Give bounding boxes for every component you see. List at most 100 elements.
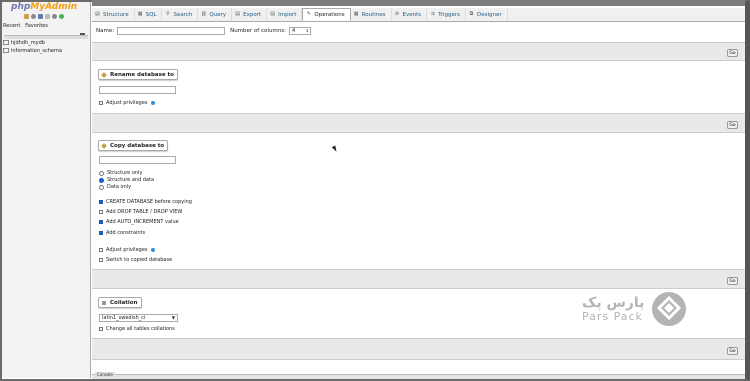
option-add-constraints[interactable]: Add constraints — [99, 230, 145, 236]
reload-icon[interactable] — [59, 14, 64, 19]
tab-triggers[interactable]: ⇉ Triggers — [427, 8, 466, 21]
radio-label: Structure only — [107, 170, 143, 176]
watermark-english-text: Pars Pack — [582, 310, 643, 323]
columns-input[interactable]: 4 ⇕ — [288, 27, 311, 35]
radio-label: Structure and data — [107, 177, 155, 183]
add-constraints-checkbox[interactable] — [99, 231, 103, 235]
radio-data-only[interactable]: Data only — [99, 184, 131, 190]
triggers-icon: ⇉ — [430, 11, 435, 17]
switch-copied-checkbox[interactable] — [99, 258, 103, 262]
navigation-panel: phpMyAdmin Recent Favorites hjdhdh_mydb … — [2, 2, 91, 378]
add-drop-table-checkbox[interactable] — [99, 210, 103, 214]
tab-operations[interactable]: ✎ Operations — [302, 8, 351, 21]
help-icon[interactable] — [150, 248, 155, 252]
option-auto-increment[interactable]: Add AUTO_INCREMENT value — [99, 219, 179, 225]
copy-legend: Copy database to — [98, 140, 169, 151]
rename-footer: Go — [92, 113, 745, 133]
option-label: Add constraints — [106, 230, 146, 236]
chevron-down-icon: ▼ — [171, 315, 175, 320]
watermark-text: پارس پک Pars Pack — [582, 295, 644, 323]
rename-adjust-checkbox[interactable] — [99, 101, 103, 105]
db-item-label: information_schema — [11, 48, 62, 54]
nav-recent-link[interactable]: Recent — [3, 23, 20, 29]
tab-search[interactable]: ⚲ Search — [162, 8, 199, 21]
search-icon: ⚲ — [166, 11, 170, 17]
nav-tabs: Recent Favorites — [3, 23, 48, 29]
radio-structure-and-data-button[interactable] — [99, 177, 104, 183]
watermark-persian-text: پارس پک — [582, 295, 645, 311]
copy-go-button[interactable]: Go — [727, 277, 738, 285]
columns-value: 4 — [291, 28, 296, 34]
change-all-collations-checkbox[interactable] — [99, 327, 103, 331]
rename-adjust-privileges[interactable]: Adjust privileges — [99, 100, 155, 106]
tab-export[interactable]: ▤ Export — [232, 8, 268, 21]
radio-structure-only[interactable]: Structure only — [99, 170, 142, 176]
nav-favorites-link[interactable]: Favorites — [25, 23, 48, 29]
tab-import[interactable]: ▤ Import — [267, 8, 303, 21]
radio-structure-only-button[interactable] — [99, 170, 104, 176]
rename-db-input[interactable] — [99, 86, 176, 94]
tab-structure[interactable]: ▤ Structure — [92, 8, 135, 21]
tab-label: Operations — [314, 11, 345, 18]
table-name-label: Name: — [96, 28, 115, 34]
tab-label: Designer — [476, 11, 502, 18]
rename-go-button[interactable]: Go — [727, 121, 738, 129]
option-add-drop-table[interactable]: Add DROP TABLE / DROP VIEW — [99, 209, 182, 215]
create-table-footer: Go — [92, 42, 745, 61]
tab-events[interactable]: ⊘ Events — [392, 8, 428, 21]
db-item-information-schema[interactable]: information_schema — [3, 48, 62, 54]
docs-icon[interactable] — [38, 14, 43, 19]
option-create-database[interactable]: CREATE DATABASE before copying — [99, 199, 192, 205]
collation-footer: Go — [92, 338, 745, 360]
logout-icon[interactable] — [31, 14, 36, 19]
radio-data-only-button[interactable] — [99, 184, 104, 190]
tab-designer[interactable]: ⧉ Designer — [466, 8, 508, 21]
option-label: Add AUTO_INCREMENT value — [106, 219, 179, 225]
collation-legend: Collation — [98, 297, 142, 308]
parspack-watermark: پارس پک Pars Pack — [582, 291, 687, 327]
tab-label: Routines — [361, 11, 386, 18]
nav-divider — [4, 35, 88, 39]
home-icon[interactable] — [24, 14, 29, 19]
spinner-icon[interactable]: ⇕ — [306, 28, 309, 33]
copy-adjust-checkbox[interactable] — [99, 248, 103, 252]
tab-label: Query — [209, 11, 227, 18]
help-icon[interactable] — [150, 101, 155, 105]
tab-label: Export — [243, 11, 262, 18]
tab-label: Search — [173, 11, 193, 18]
phpmyadmin-logo[interactable]: phpMyAdmin — [11, 2, 77, 12]
logo-admin-text: MyAdmin — [30, 2, 78, 12]
console-label[interactable]: Console — [95, 372, 115, 377]
collation-icon — [102, 300, 106, 305]
tab-query[interactable]: ▥ Query — [198, 8, 233, 21]
create-table-go-button[interactable]: Go — [727, 49, 738, 57]
create-database-checkbox[interactable] — [99, 200, 103, 204]
switch-to-copied-db[interactable]: Switch to copied database — [99, 257, 172, 263]
pencil-icon — [101, 142, 107, 149]
console-bar[interactable]: Console — [92, 372, 745, 379]
create-table-row: Name: Number of columns: 4 ⇕ — [96, 27, 311, 35]
logo-php-text: php — [11, 2, 31, 12]
copy-db-input[interactable] — [99, 156, 176, 164]
radio-structure-and-data[interactable]: Structure and data — [99, 177, 154, 183]
copy-footer: Go — [92, 269, 745, 289]
tab-sql[interactable]: ▦ SQL — [135, 8, 163, 21]
collation-go-button[interactable]: Go — [727, 347, 738, 355]
routines-icon: ▦ — [353, 11, 359, 17]
gear-icon[interactable] — [52, 14, 57, 19]
doc-page-icon[interactable] — [45, 14, 50, 19]
tab-bar: ▤ Structure ▦ SQL ⚲ Search ▥ Query ▤ Export ▤ Impor… — [92, 8, 745, 22]
switch-copied-label: Switch to copied database — [106, 257, 173, 263]
db-item-hjdhdh-mydb[interactable]: hjdhdh_mydb — [3, 40, 45, 46]
pencil-icon — [101, 71, 107, 78]
columns-label: Number of columns: — [230, 28, 286, 34]
copy-adjust-privileges[interactable]: Adjust privileges — [99, 247, 155, 253]
tab-routines[interactable]: ▦ Routines — [351, 8, 392, 21]
collapse-all-icon[interactable] — [80, 33, 85, 35]
collation-select[interactable]: latin1_swedish_ci ▼ — [99, 314, 178, 322]
designer-icon: ⧉ — [469, 11, 474, 17]
change-all-collations[interactable]: Change all tables collations — [99, 326, 175, 332]
auto-increment-checkbox[interactable] — [99, 220, 103, 224]
table-name-input[interactable] — [117, 27, 226, 35]
tab-label: SQL — [145, 11, 157, 18]
